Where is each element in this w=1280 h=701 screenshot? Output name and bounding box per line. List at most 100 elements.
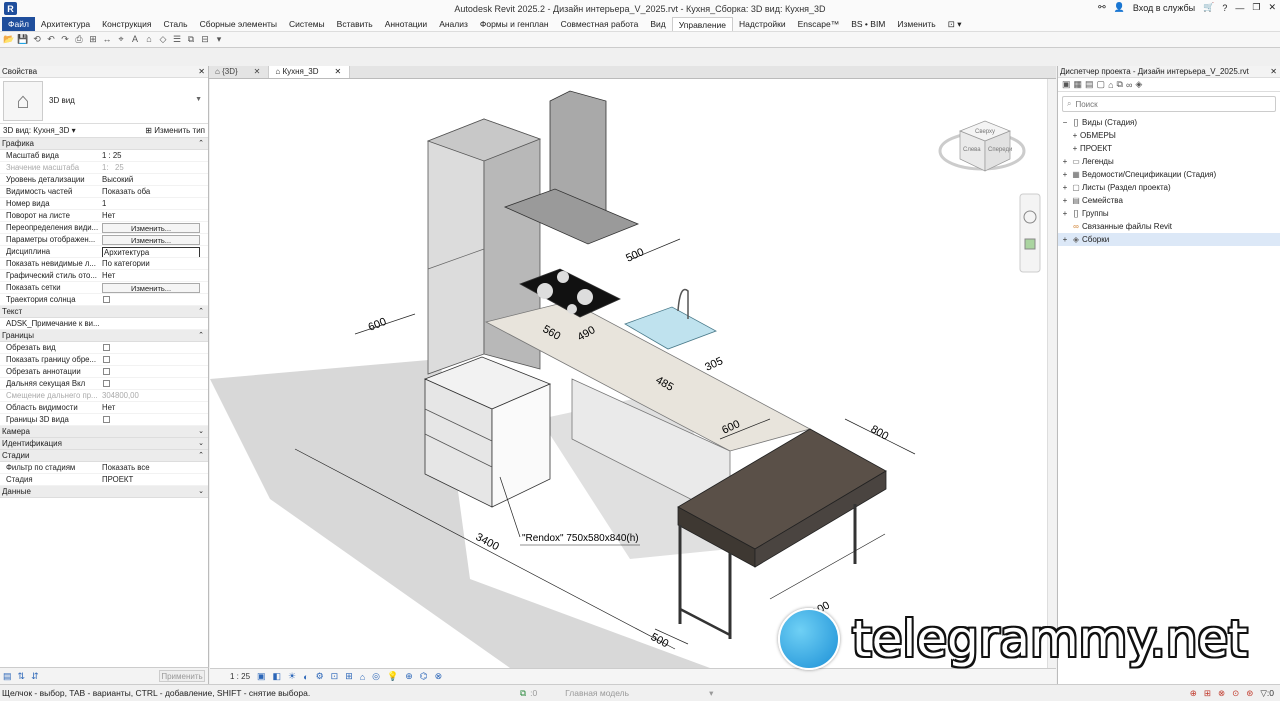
annotation-crop-checkbox[interactable] — [103, 368, 110, 375]
lock-view-icon[interactable]: ⌂ — [360, 672, 365, 682]
switch-windows-icon[interactable]: ⊟ — [199, 34, 211, 45]
section-data[interactable]: Данные ⌄ — [0, 486, 208, 498]
groups-icon[interactable]: ⧉ — [1117, 79, 1123, 90]
hidden-lines-field[interactable]: По категории — [100, 258, 208, 269]
cart-icon[interactable]: 🛒 — [1203, 2, 1214, 13]
design-option-select[interactable]: Главная модель — [565, 688, 705, 698]
expand-icon[interactable]: + — [1070, 129, 1080, 142]
tree-item-revit-links[interactable]: ∞ Связанные файлы Revit — [1058, 220, 1280, 233]
section-identity[interactable]: Идентификация ⌄ — [0, 438, 208, 450]
crop-view-icon[interactable]: ⊡ — [331, 671, 339, 682]
crop-view-checkbox[interactable] — [103, 344, 110, 351]
phase-filter-field[interactable]: Показать все — [100, 462, 208, 473]
user-icon[interactable]: 👤 — [1114, 2, 1125, 13]
expand-icon[interactable]: + — [1060, 155, 1070, 168]
measure-icon[interactable]: ⊞ — [87, 34, 99, 45]
tab-collaborate[interactable]: Совместная работа — [555, 17, 645, 31]
detail-level-field[interactable]: Высокий — [100, 174, 208, 185]
expand-icon[interactable]: + — [1060, 168, 1070, 181]
phase-field[interactable]: ПРОЕКТ — [100, 474, 208, 485]
render-icon[interactable]: ⚙ — [316, 671, 324, 682]
schedules-icon[interactable]: ▤ — [1085, 79, 1094, 90]
thin-lines-icon[interactable]: ☰ — [171, 34, 183, 45]
collapse-icon[interactable]: − — [1060, 116, 1070, 129]
tree-item-assemblies[interactable]: + ◈ Сборки — [1058, 233, 1280, 246]
sheets-icon[interactable]: ▢ — [1097, 79, 1106, 90]
sync-icon[interactable]: ⟲ — [31, 34, 43, 45]
section-icon[interactable]: ◇ — [157, 34, 169, 45]
viewcube[interactable]: Сверху Слева Спереди — [938, 120, 1026, 172]
tab-manage[interactable]: Управление — [671, 17, 733, 31]
crop-region-visible-checkbox[interactable] — [103, 356, 110, 363]
close-icon[interactable]: ✕ — [1270, 66, 1277, 78]
viewcube-front[interactable]: Спереди — [988, 147, 1012, 153]
sun-path-icon[interactable]: ☀ — [288, 671, 296, 682]
ribbon-options-icon[interactable]: ⊡ ▾ — [942, 17, 968, 31]
worksharing-icon[interactable]: ⊕ — [405, 671, 413, 682]
assemblies-icon[interactable]: ◈ — [1135, 79, 1142, 90]
tree-item-surveys[interactable]: + ОБМЕРЫ — [1058, 129, 1280, 142]
tab-addins[interactable]: Надстройки — [733, 17, 792, 31]
type-selector[interactable]: ⌂ 3D вид ▼ — [0, 78, 208, 124]
minimize-icon[interactable]: — — [1235, 3, 1244, 13]
tab-modify[interactable]: Изменить — [891, 17, 941, 31]
close-icon[interactable]: ✕ — [335, 67, 342, 76]
view-scale[interactable]: 1 : 25 — [230, 672, 250, 681]
temp-hide-icon[interactable]: ◎ — [372, 671, 380, 682]
apply-button[interactable]: Применить — [159, 670, 205, 682]
show-crop-icon[interactable]: ⊞ — [345, 671, 353, 682]
expand-icon[interactable]: + — [1060, 233, 1070, 246]
help-icon[interactable]: ? — [1222, 3, 1227, 13]
search-input[interactable] — [1075, 99, 1256, 109]
graphic-style-field[interactable]: Нет — [100, 270, 208, 281]
expand-icon[interactable]: + — [1060, 207, 1070, 220]
view-instance-select[interactable]: 3D вид: Кухня_3D ▾ — [3, 126, 76, 135]
zoom-icon[interactable] — [1024, 238, 1036, 250]
tag-icon[interactable]: ⌖ — [115, 34, 127, 45]
open-icon[interactable]: 📂 — [3, 34, 15, 45]
customize-qat-icon[interactable]: ▾ — [213, 34, 225, 45]
viewcube-left[interactable]: Слева — [963, 147, 981, 153]
undo-icon[interactable]: ↶ — [45, 34, 57, 45]
sort-az-icon[interactable]: ⇅ — [18, 671, 26, 682]
view-scale-field[interactable]: 1 : 25 — [100, 150, 208, 161]
discipline-field[interactable]: Архитектура — [102, 247, 200, 257]
tab-3d-default[interactable]: ⌂ {3D} ✕ — [209, 66, 270, 78]
3d-view-icon[interactable]: ⌂ — [143, 34, 155, 45]
tab-precast[interactable]: Сборные элементы — [194, 17, 283, 31]
filter-icon[interactable]: ▽:0 — [1260, 688, 1274, 699]
select-underlay-icon[interactable]: ⊞ — [1204, 688, 1211, 699]
tab-annotate[interactable]: Аннотации — [379, 17, 434, 31]
expand-icon[interactable]: + — [1070, 142, 1080, 155]
tree-item-views[interactable]: −[] Виды (Стадия) — [1058, 116, 1280, 129]
view-number-field[interactable]: 1 — [100, 198, 208, 209]
tab-view[interactable]: Вид — [644, 17, 671, 31]
detail-level-icon[interactable]: ▣ — [257, 671, 266, 682]
display-options-button[interactable]: Изменить... — [102, 235, 200, 245]
links-icon[interactable]: ∞ — [1126, 80, 1132, 90]
dimension-icon[interactable]: ↔ — [101, 34, 113, 45]
navigation-bar[interactable] — [1019, 193, 1041, 273]
expand-icon[interactable]: + — [1060, 194, 1070, 207]
tab-steel[interactable]: Сталь — [158, 17, 194, 31]
vg-overrides-button[interactable]: Изменить... — [102, 223, 200, 233]
login-link[interactable]: Вход в службы — [1133, 3, 1195, 13]
revit-logo-icon[interactable]: R — [4, 2, 17, 15]
note-field[interactable] — [100, 318, 208, 329]
tab-insert[interactable]: Вставить — [331, 17, 379, 31]
legends-icon[interactable]: ▦ — [1074, 79, 1083, 90]
vertical-scrollbar[interactable] — [1047, 79, 1056, 668]
visual-style-icon[interactable]: ◧ — [273, 671, 282, 682]
section-extents[interactable]: Границы ⌃ — [0, 330, 208, 342]
tab-systems[interactable]: Системы — [283, 17, 331, 31]
section-box-checkbox[interactable] — [103, 416, 110, 423]
tree-item-project[interactable]: + ПРОЕКТ — [1058, 142, 1280, 155]
views-icon[interactable]: ▣ — [1062, 79, 1071, 90]
select-by-face-icon[interactable]: ⊙ — [1232, 688, 1239, 699]
close-icon[interactable]: ✕ — [1268, 2, 1276, 13]
tree-item-sheets[interactable]: + ▢ Листы (Раздел проекта) — [1058, 181, 1280, 194]
close-icon[interactable]: ✕ — [254, 67, 261, 76]
families-icon[interactable]: ⌂ — [1108, 80, 1113, 90]
tab-structure[interactable]: Конструкция — [96, 17, 157, 31]
tree-item-schedules[interactable]: + ▦ Ведомости/Спецификации (Стадия) — [1058, 168, 1280, 181]
